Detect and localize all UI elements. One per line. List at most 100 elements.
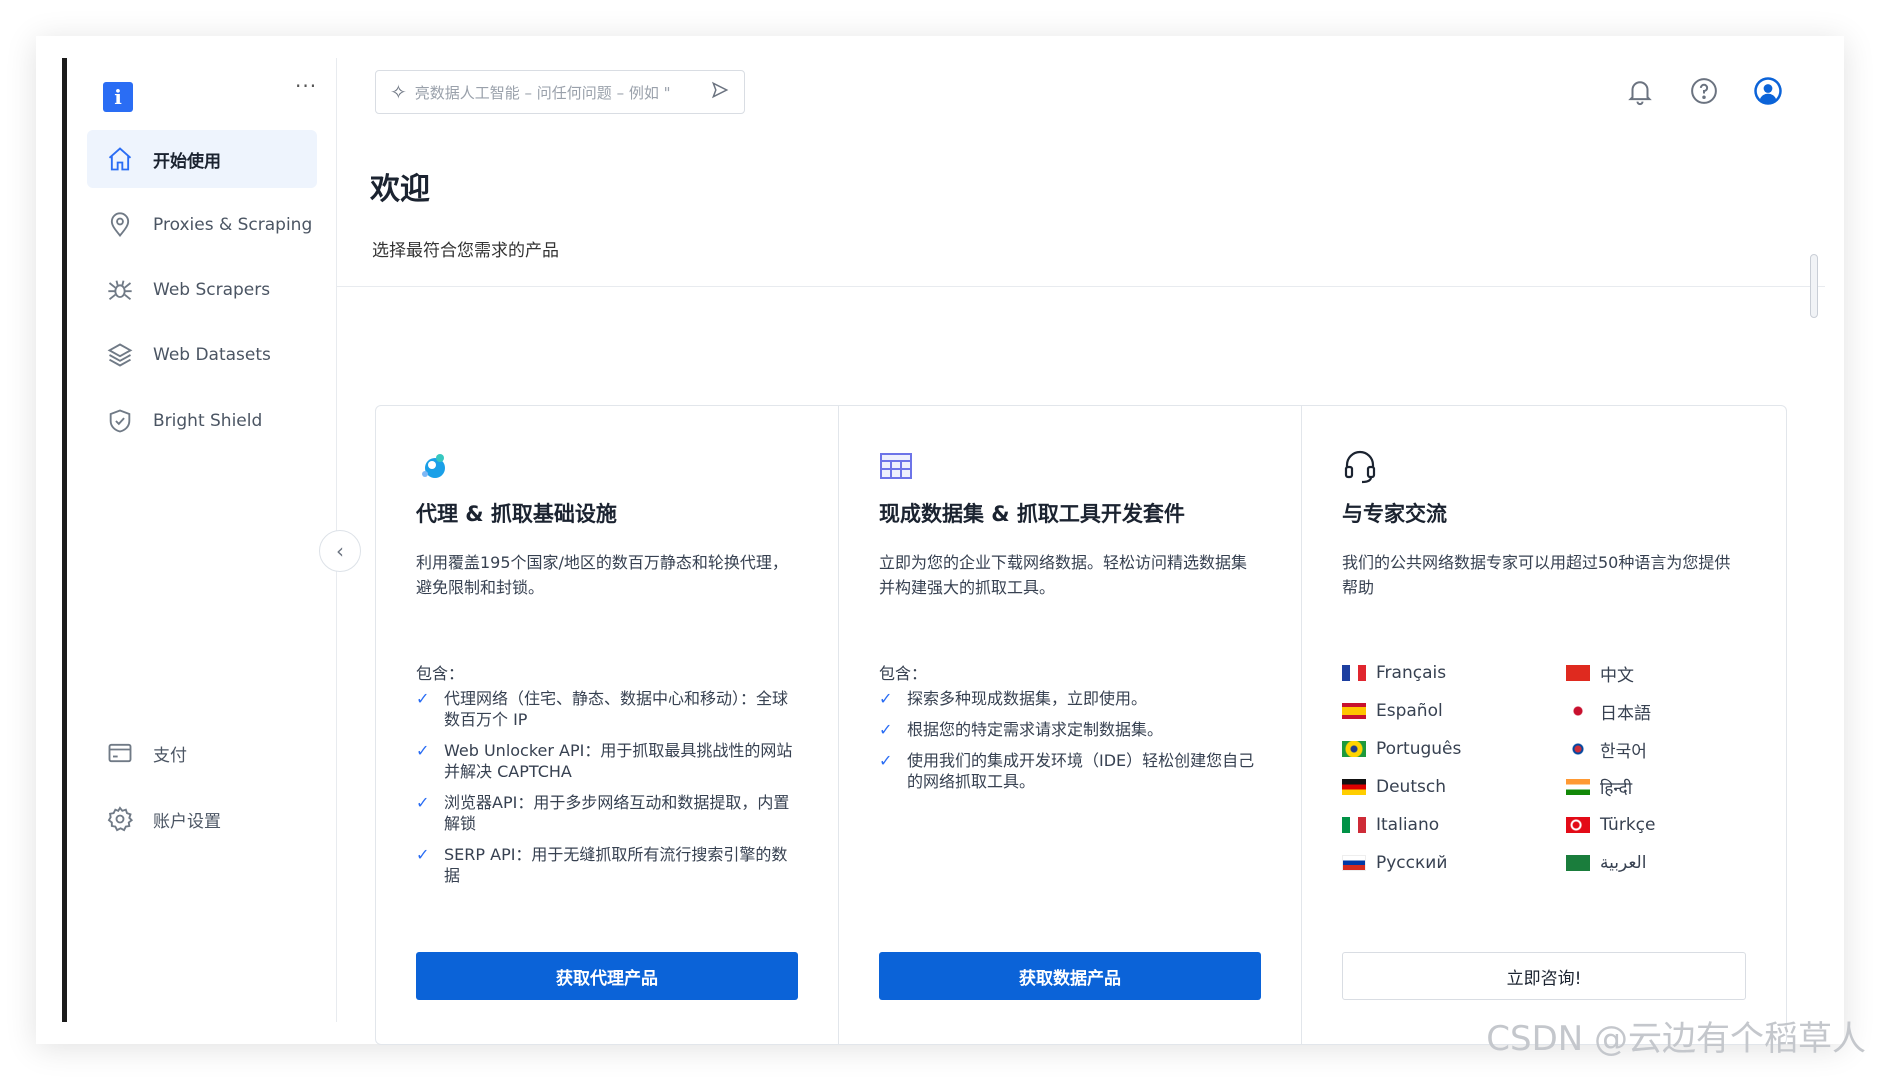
- card-title: 与专家交流: [1342, 502, 1447, 526]
- list-item: ✓ 代理网络（住宅、静态、数据中心和移动）：全球数百万个 IP: [416, 688, 798, 730]
- list-item: ✓ SERP API：用于无缝抓取所有流行搜索引擎的数据: [416, 844, 798, 886]
- table-icon: [879, 446, 1261, 486]
- sparkle-icon: ✧: [390, 80, 407, 104]
- ai-search-input[interactable]: ✧ 亮数据人工智能 – 问任何问题 – 例如 ": [375, 70, 745, 114]
- language-item: Italiano: [1342, 814, 1566, 836]
- sidebar: i ··· 开始使用 Proxies & Scraping Web Scrape…: [67, 58, 337, 1022]
- help-icon[interactable]: [1687, 74, 1721, 108]
- language-label: 한국어: [1600, 741, 1647, 762]
- flag-br-icon: [1342, 741, 1366, 757]
- language-item: Русский: [1342, 852, 1566, 874]
- language-label: Español: [1376, 701, 1443, 721]
- proxy-network-icon: [416, 446, 798, 486]
- sidebar-item-get-started[interactable]: 开始使用: [87, 130, 317, 188]
- feature-list: ✓ 探索多种现成数据集，立即使用。 ✓ 根据您的特定需求请求定制数据集。 ✓ 使用我们…: [879, 688, 1261, 792]
- list-item: ✓ 使用我们的集成开发环境（IDE）轻松创建您自己的网络抓取工具。: [879, 750, 1261, 792]
- flag-jp-icon: [1566, 703, 1590, 719]
- brand-logo[interactable]: i: [103, 82, 133, 112]
- language-label: Italiano: [1376, 815, 1440, 835]
- page-subtitle: 选择最符合您需求的产品: [372, 241, 559, 261]
- flag-in-icon: [1566, 779, 1590, 795]
- sidebar-item-label: Web Scrapers: [153, 280, 271, 300]
- language-item: Português: [1342, 738, 1566, 760]
- sidebar-item-label: 账户设置: [153, 811, 221, 832]
- sidebar-item-account-settings[interactable]: 账户设置: [87, 790, 317, 848]
- flag-sa-icon: [1566, 855, 1590, 871]
- check-icon: ✓: [416, 845, 430, 864]
- list-item: ✓ 探索多种现成数据集，立即使用。: [879, 688, 1261, 709]
- language-item: 日本語: [1566, 700, 1746, 724]
- product-cards: 代理 & 抓取基础设施 利用覆盖195个国家/地区的数百万静态和轮换代理，避免限…: [375, 405, 1787, 1045]
- get-proxy-products-button[interactable]: 获取代理产品: [416, 952, 798, 1000]
- card-description: 利用覆盖195个国家/地区的数百万静态和轮换代理，避免限制和封锁。: [416, 553, 788, 597]
- language-label: العربية: [1600, 853, 1647, 873]
- more-options-icon[interactable]: ···: [295, 74, 317, 98]
- flag-tr-icon: [1566, 817, 1590, 833]
- card-title: 现成数据集 & 抓取工具开发套件: [879, 502, 1185, 526]
- flag-cn-icon: [1566, 665, 1590, 681]
- card-description: 我们的公共网络数据专家可以用超过50种语言为您提供帮助: [1342, 553, 1731, 597]
- language-item: 한국어: [1566, 738, 1746, 762]
- header-divider: [337, 286, 1825, 287]
- check-icon: ✓: [879, 720, 893, 739]
- spider-icon: [105, 275, 135, 305]
- language-label: Türkçe: [1600, 815, 1656, 835]
- language-item: Español: [1342, 700, 1566, 722]
- send-icon[interactable]: [710, 80, 730, 105]
- includes-label: 包含：: [416, 664, 465, 683]
- language-item: العربية: [1566, 852, 1746, 874]
- sidebar-item-web-scrapers[interactable]: Web Scrapers: [87, 261, 317, 319]
- chevron-left-icon: ‹: [336, 539, 344, 563]
- language-label: Português: [1376, 739, 1462, 759]
- language-label: हिन्दी: [1600, 778, 1633, 799]
- list-item: ✓ 根据您的特定需求请求定制数据集。: [879, 719, 1261, 740]
- gear-icon: [105, 804, 135, 834]
- home-icon: [105, 144, 135, 174]
- page-title: 欢迎: [370, 172, 430, 207]
- shield-icon: [105, 406, 135, 436]
- collapse-sidebar-button[interactable]: ‹: [319, 530, 361, 572]
- card-title: 代理 & 抓取基础设施: [416, 502, 617, 526]
- get-data-products-button[interactable]: 获取数据产品: [879, 952, 1261, 1000]
- check-icon: ✓: [416, 793, 430, 812]
- user-icon[interactable]: [1751, 74, 1785, 108]
- sidebar-item-bright-shield[interactable]: Bright Shield: [87, 392, 317, 450]
- sidebar-item-label: 支付: [153, 745, 187, 766]
- list-item: ✓ Web Unlocker API：用于抓取最具挑战性的网站并解决 CAPTCH…: [416, 740, 798, 782]
- sidebar-item-label: 开始使用: [153, 151, 221, 172]
- consult-now-button[interactable]: 立即咨询!: [1342, 952, 1746, 1000]
- language-item: Français: [1342, 662, 1566, 684]
- flag-es-icon: [1342, 703, 1366, 719]
- sidebar-item-label: Bright Shield: [153, 411, 263, 431]
- includes-label: 包含：: [879, 664, 928, 683]
- feature-text: SERP API：用于无缝抓取所有流行搜索引擎的数据: [444, 845, 788, 885]
- card-proxies: 代理 & 抓取基础设施 利用覆盖195个国家/地区的数百万静态和轮换代理，避免限…: [376, 406, 839, 1044]
- language-label: 中文: [1600, 665, 1634, 686]
- card-description: 立即为您的企业下载网络数据。轻松访问精选数据集并构建强大的抓取工具。: [879, 553, 1248, 597]
- sidebar-item-billing[interactable]: 支付: [87, 724, 317, 782]
- location-pin-icon: [105, 210, 135, 240]
- flag-it-icon: [1342, 817, 1366, 833]
- bell-icon[interactable]: [1623, 74, 1657, 108]
- check-icon: ✓: [879, 751, 893, 770]
- check-icon: ✓: [416, 689, 430, 708]
- layers-icon: [105, 340, 135, 370]
- sidebar-item-label: Proxies & Scraping: [153, 215, 313, 235]
- flag-fr-icon: [1342, 665, 1366, 681]
- card-datasets: 现成数据集 & 抓取工具开发套件 立即为您的企业下载网络数据。轻松访问精选数据集…: [839, 406, 1302, 1044]
- watermark: CSDN @云边有个稻草人: [1486, 1019, 1866, 1059]
- card-experts: 与专家交流 我们的公共网络数据专家可以用超过50种语言为您提供帮助 França…: [1302, 406, 1786, 1044]
- feature-text: 浏览器API：用于多步网络互动和数据提取，内置解锁: [444, 793, 790, 833]
- top-bar: ✧ 亮数据人工智能 – 问任何问题 – 例如 ": [337, 58, 1830, 122]
- language-label: 日本語: [1600, 703, 1651, 724]
- flag-de-icon: [1342, 779, 1366, 795]
- language-label: Français: [1376, 663, 1447, 683]
- feature-list: ✓ 代理网络（住宅、静态、数据中心和移动）：全球数百万个 IP ✓ Web Unlo…: [416, 688, 798, 886]
- flag-ru-icon: [1342, 855, 1366, 871]
- sidebar-item-proxies[interactable]: Proxies & Scraping: [87, 196, 317, 254]
- language-item: हिन्दी: [1566, 776, 1746, 799]
- scrollbar[interactable]: [1810, 254, 1818, 318]
- feature-text: 根据您的特定需求请求定制数据集。: [907, 720, 1164, 739]
- sidebar-item-web-datasets[interactable]: Web Datasets: [87, 326, 317, 384]
- language-item: 中文: [1566, 662, 1746, 686]
